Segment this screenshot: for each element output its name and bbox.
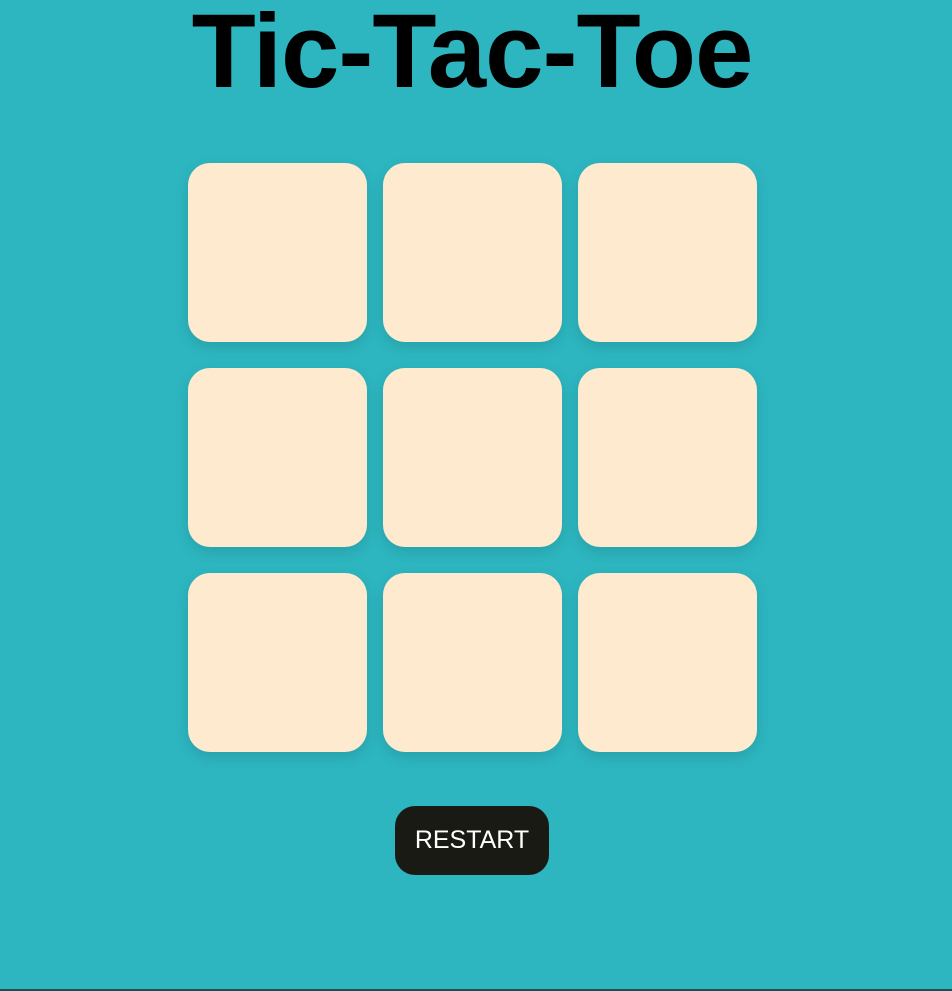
board-cell-1[interactable] [188, 163, 367, 342]
board-cell-2[interactable] [383, 163, 562, 342]
board-cell-5[interactable] [383, 368, 562, 547]
board-cell-7[interactable] [188, 573, 367, 752]
board-cell-8[interactable] [383, 573, 562, 752]
board-cell-6[interactable] [578, 368, 757, 547]
game-board [188, 163, 757, 752]
board-cell-3[interactable] [578, 163, 757, 342]
board-cell-4[interactable] [188, 368, 367, 547]
restart-button[interactable]: RESTART [395, 806, 549, 875]
board-cell-9[interactable] [578, 573, 757, 752]
game-title: Tic-Tac-Toe [191, 0, 754, 110]
